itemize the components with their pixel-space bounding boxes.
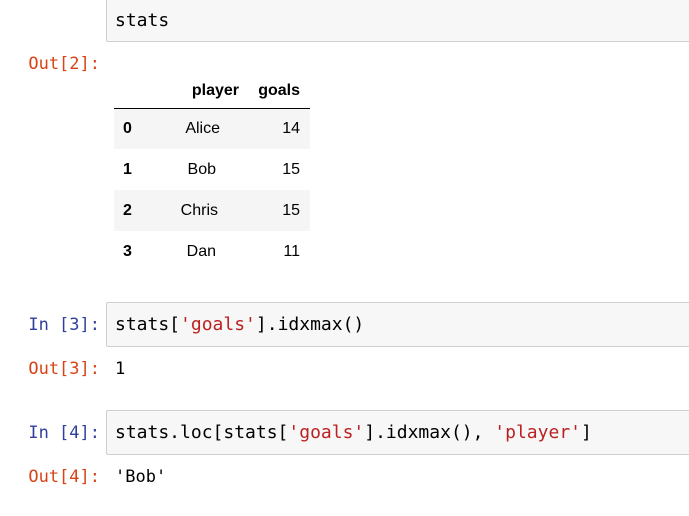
code-part: stats.loc[stats[ [115,422,289,443]
table-row: 1 Bob 15 [114,149,310,190]
cell-player: Chris [180,201,218,219]
column-header-player: player [148,74,240,109]
cell-goals: 14 [282,119,300,137]
code-input-cell-2[interactable]: stats [106,0,689,42]
out-prompt-3: Out[3]: [28,359,100,379]
column-header-goals: goals [240,74,310,109]
output-text-3: 1 [115,359,126,379]
cell-player: Bob [187,160,216,178]
in-prompt-4: In [4]: [28,423,100,443]
code-string-literal: 'goals' [288,422,365,443]
code-part: ].idxmax(), [364,422,495,443]
table-row: 3 Dan 11 [114,231,310,272]
table-row: 0 Alice 14 [114,108,310,149]
output-text-4: 'Bob' [115,467,167,487]
code-part: ].idxmax() [255,314,365,335]
code-string-literal: 'goals' [180,314,256,335]
row-index: 3 [123,242,132,260]
dataframe-table: player goals 0 Alice 14 1 Bob 15 2 Chris… [114,74,310,272]
cell-player: Dan [186,242,216,260]
table-row: 2 Chris 15 [114,190,310,231]
cell-goals: 15 [282,201,300,219]
cell-player: Alice [185,119,220,137]
in-prompt-3: In [3]: [28,315,100,335]
code-input-cell-3[interactable]: stats['goals'].idxmax() [106,302,689,347]
cell-goals: 15 [282,160,300,178]
table-header-row: player goals [114,74,310,109]
out-prompt-4: Out[4]: [28,467,100,487]
code-input-cell-4[interactable]: stats.loc[stats['goals'].idxmax(), 'play… [106,410,689,455]
code-string-literal: 'player' [494,422,581,443]
out-prompt-2: Out[2]: [28,54,100,74]
row-index: 2 [123,201,132,219]
cell-goals: 11 [283,242,300,260]
index-header [114,74,148,109]
code-part: stats[ [115,314,181,335]
code-text: stats [115,9,170,31]
code-part: ] [581,422,592,443]
row-index: 0 [123,119,132,137]
row-index: 1 [123,160,132,178]
